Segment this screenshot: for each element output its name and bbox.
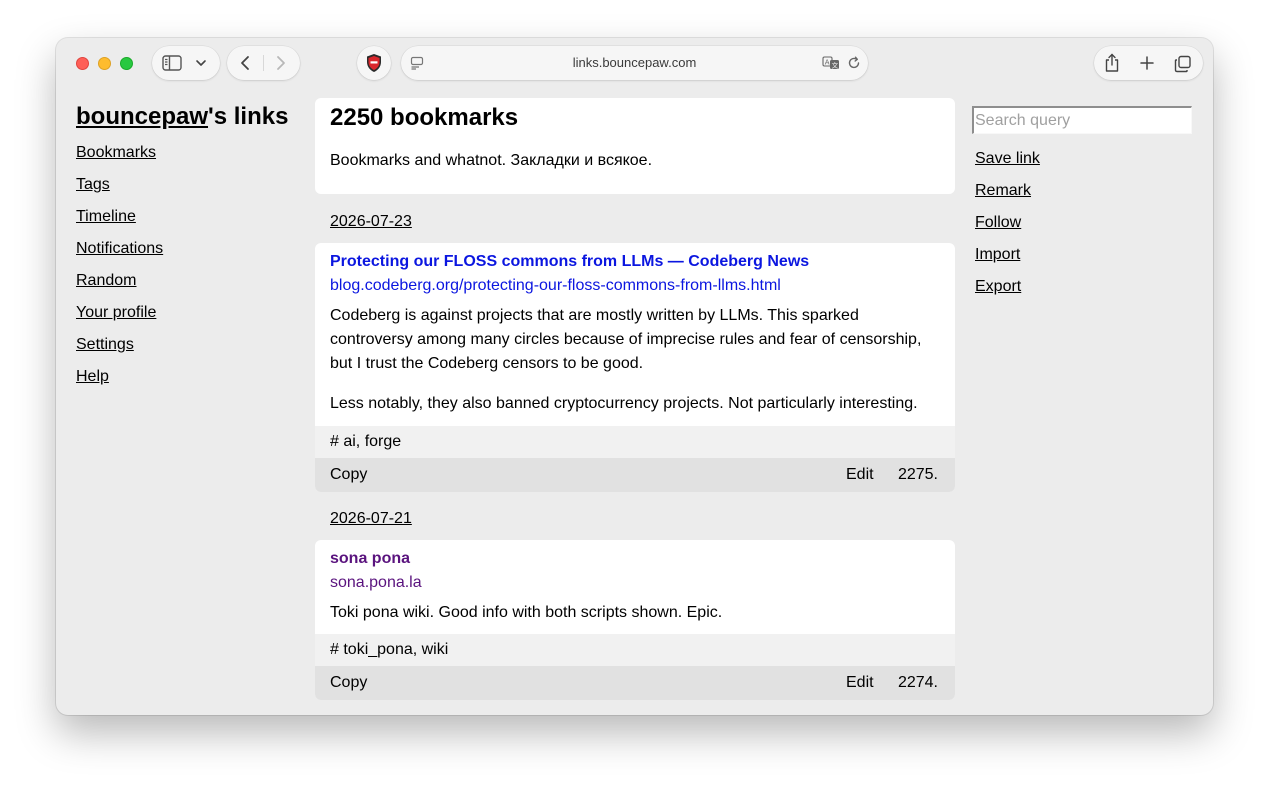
browser-window: links.bouncepaw.com A 文 bouncepaw's link… xyxy=(56,38,1213,715)
post-actions-bar: Copy Edit 2275. xyxy=(315,458,955,492)
minimize-window-button[interactable] xyxy=(98,57,111,70)
post-date-link[interactable]: 2026-07-23 xyxy=(315,212,955,232)
main-content: 2250 bookmarks Bookmarks and whatnot. За… xyxy=(315,98,955,700)
address-text: links.bouncepaw.com xyxy=(572,55,697,70)
svg-text:A: A xyxy=(825,58,830,66)
shield-icon xyxy=(367,54,381,72)
right-sidebar: Save link Remark Follow Import Export xyxy=(972,106,1192,308)
sidebar-item-help[interactable]: Help xyxy=(76,366,306,398)
page-header-card: 2250 bookmarks Bookmarks and whatnot. За… xyxy=(315,98,955,194)
window-actions-group xyxy=(1094,46,1203,80)
sidebar-nav: Bookmarks Tags Timeline Notifications Ra… xyxy=(76,142,306,398)
forward-icon[interactable] xyxy=(274,55,288,71)
share-icon[interactable] xyxy=(1104,53,1120,73)
copy-button[interactable]: Copy xyxy=(330,458,367,492)
export-link[interactable]: Export xyxy=(975,276,1192,308)
translate-icon[interactable]: A 文 xyxy=(822,56,840,70)
sidebar-item-tags[interactable]: Tags xyxy=(76,174,306,206)
tab-overview-icon[interactable] xyxy=(1174,55,1192,73)
extension-shield-button[interactable] xyxy=(357,46,391,80)
post-url-link[interactable]: sona.pona.la xyxy=(330,573,940,593)
post-card: sona pona sona.pona.la Toki pona wiki. G… xyxy=(315,540,955,700)
follow-link[interactable]: Follow xyxy=(975,212,1192,244)
reload-icon[interactable] xyxy=(847,56,861,70)
page-title: 2250 bookmarks xyxy=(330,104,519,131)
post-tags[interactable]: # toki_pona, wiki xyxy=(315,634,955,666)
post-title-link[interactable]: Protecting our FLOSS commons from LLMs —… xyxy=(330,252,940,272)
post-date-link[interactable]: 2026-07-21 xyxy=(315,509,955,529)
edit-button[interactable]: Edit xyxy=(846,666,874,700)
history-nav-group xyxy=(227,46,300,80)
post-url-link[interactable]: blog.codeberg.org/protecting-our-floss-c… xyxy=(330,276,940,296)
sidebar-item-your-profile[interactable]: Your profile xyxy=(76,302,306,334)
zoom-window-button[interactable] xyxy=(120,57,133,70)
nav-divider xyxy=(263,55,264,71)
post-title-link[interactable]: sona pona xyxy=(330,549,940,569)
edit-button[interactable]: Edit xyxy=(846,458,874,492)
post-tags[interactable]: # ai, forge xyxy=(315,426,955,458)
post-number: 2275. xyxy=(897,466,938,483)
close-window-button[interactable] xyxy=(76,57,89,70)
back-icon[interactable] xyxy=(238,55,252,71)
sidebar-toggle-group xyxy=(152,46,220,80)
browser-toolbar: links.bouncepaw.com A 文 xyxy=(56,38,1213,94)
site-title-suffix: 's links xyxy=(208,103,289,130)
post-number: 2274. xyxy=(897,674,938,691)
sidebar-item-settings[interactable]: Settings xyxy=(76,334,306,366)
post-description-paragraph: Less notably, they also banned cryptocur… xyxy=(330,395,918,412)
site-title: bouncepaw's links xyxy=(76,100,306,134)
post-description-paragraph: Toki pona wiki. Good info with both scri… xyxy=(330,604,723,621)
post-actions-bar: Copy Edit 2274. xyxy=(315,666,955,700)
page-description: Bookmarks and whatnot. Закладки и всякое… xyxy=(330,152,653,169)
action-links: Save link Remark Follow Import Export xyxy=(972,148,1192,308)
copy-button[interactable]: Copy xyxy=(330,666,367,700)
sidebar-item-timeline[interactable]: Timeline xyxy=(76,206,306,238)
sidebar-item-bookmarks[interactable]: Bookmarks xyxy=(76,142,306,174)
post-card: Protecting our FLOSS commons from LLMs —… xyxy=(315,243,955,492)
import-link[interactable]: Import xyxy=(975,244,1192,276)
new-tab-icon[interactable] xyxy=(1140,56,1154,70)
remark-link[interactable]: Remark xyxy=(975,180,1192,212)
save-link-link[interactable]: Save link xyxy=(975,148,1192,180)
post-description-paragraph: Codeberg is against projects that are mo… xyxy=(330,307,922,372)
site-owner-link[interactable]: bouncepaw xyxy=(76,103,208,130)
search-input[interactable] xyxy=(972,106,1192,134)
site-sidebar: bouncepaw's links Bookmarks Tags Timelin… xyxy=(76,100,306,398)
address-bar[interactable]: links.bouncepaw.com A 文 xyxy=(401,46,868,80)
chevron-down-icon[interactable] xyxy=(195,58,207,68)
sidebar-icon[interactable] xyxy=(162,55,182,71)
svg-text:文: 文 xyxy=(832,60,839,69)
sidebar-item-notifications[interactable]: Notifications xyxy=(76,238,306,270)
sidebar-item-random[interactable]: Random xyxy=(76,270,306,302)
